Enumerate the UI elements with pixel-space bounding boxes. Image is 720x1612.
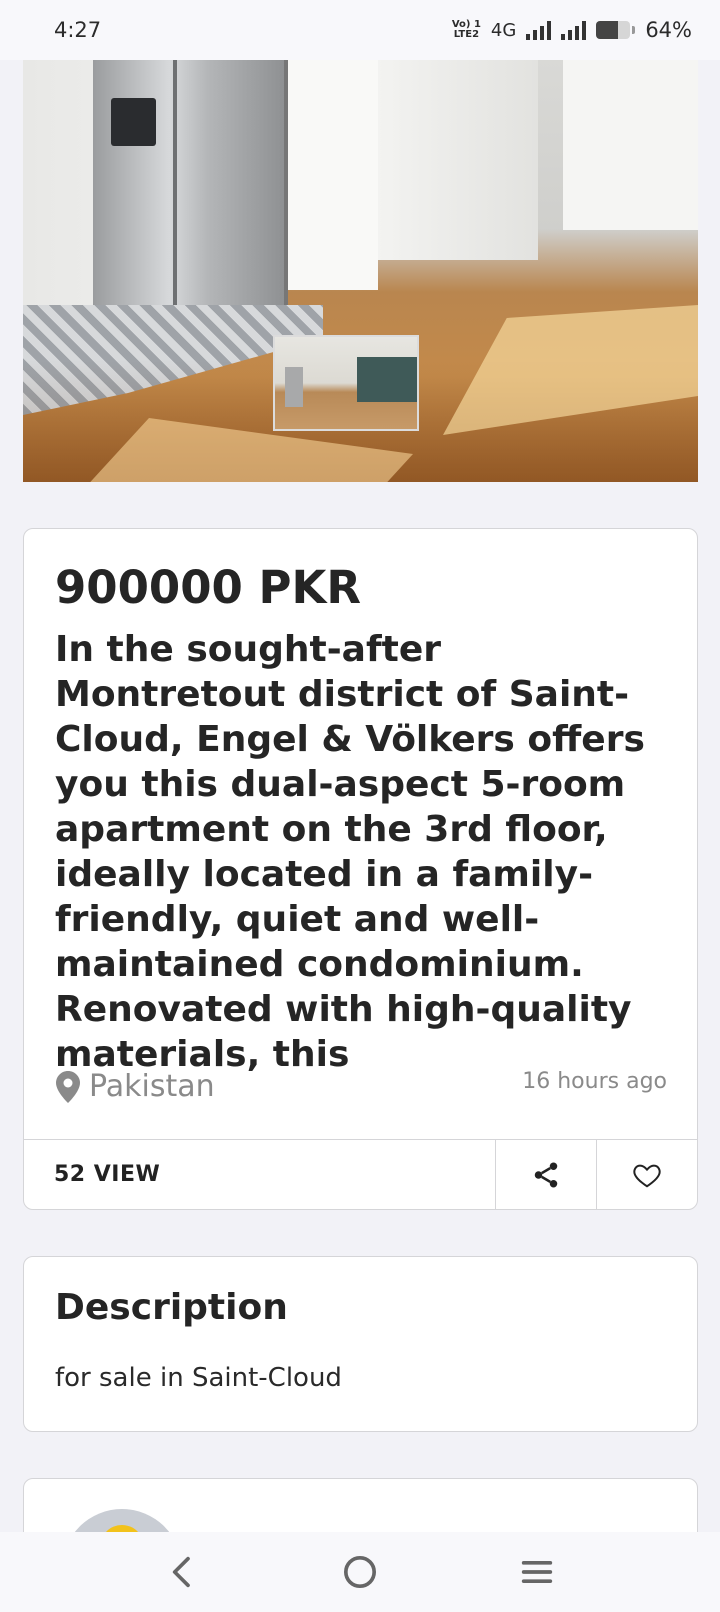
- volte-icon: Vo) 1 LTE2: [452, 20, 481, 40]
- share-button[interactable]: [495, 1140, 596, 1209]
- thumbnail-wall: [357, 357, 417, 402]
- photo-doorway: [283, 60, 378, 290]
- home-button[interactable]: [330, 1542, 390, 1602]
- description-body: for sale in Saint-Cloud: [55, 1363, 342, 1393]
- photo-wall-right: [563, 60, 698, 230]
- signal-icon: [526, 20, 552, 40]
- status-icons: Vo) 1 LTE2 4G 64%: [452, 18, 692, 42]
- photo-fridge-split: [173, 60, 177, 305]
- listing-location: Pakistan: [55, 1069, 215, 1104]
- status-bar: 4:27 Vo) 1 LTE2 4G 64%: [0, 0, 720, 60]
- listing-price: 900000 PKR: [55, 561, 362, 614]
- back-chevron-icon: [173, 1556, 191, 1588]
- status-time: 4:27: [54, 18, 102, 42]
- signal-icon-2: [561, 20, 587, 40]
- battery-icon: [596, 21, 631, 39]
- location-text: Pakistan: [89, 1069, 215, 1104]
- battery-percent: 64%: [645, 18, 692, 42]
- menu-lines-icon: [521, 1561, 552, 1583]
- description-heading: Description: [55, 1287, 288, 1328]
- listing-card: 900000 PKR In the sought-after Montretou…: [23, 528, 698, 1210]
- back-button[interactable]: [153, 1542, 213, 1602]
- battery-tip: [632, 26, 636, 34]
- description-card: Description for sale in Saint-Cloud: [23, 1256, 698, 1432]
- photo-wall-middle: [378, 60, 538, 260]
- photo-thumbnail[interactable]: [273, 335, 419, 431]
- favorite-button[interactable]: [596, 1140, 697, 1209]
- listing-photo[interactable]: [23, 60, 698, 482]
- map-pin-icon: [56, 1070, 80, 1103]
- share-icon: [534, 1162, 558, 1187]
- network-type: 4G: [490, 19, 517, 41]
- listing-actions: 52 VIEW: [24, 1139, 697, 1209]
- volte-bottom-label: LTE2: [453, 29, 480, 40]
- photo-dispenser: [111, 98, 156, 146]
- listing-title: In the sought-after Montretout district …: [55, 629, 645, 1075]
- view-count: 52 VIEW: [54, 1162, 161, 1187]
- posted-time: 16 hours ago: [522, 1069, 667, 1094]
- menu-button[interactable]: [507, 1542, 567, 1602]
- photo-fridge: [93, 60, 288, 305]
- thumbnail-fridge: [285, 367, 303, 407]
- home-circle-icon: [343, 1556, 376, 1588]
- heart-icon: [633, 1164, 661, 1187]
- system-nav-bar: [0, 1532, 720, 1612]
